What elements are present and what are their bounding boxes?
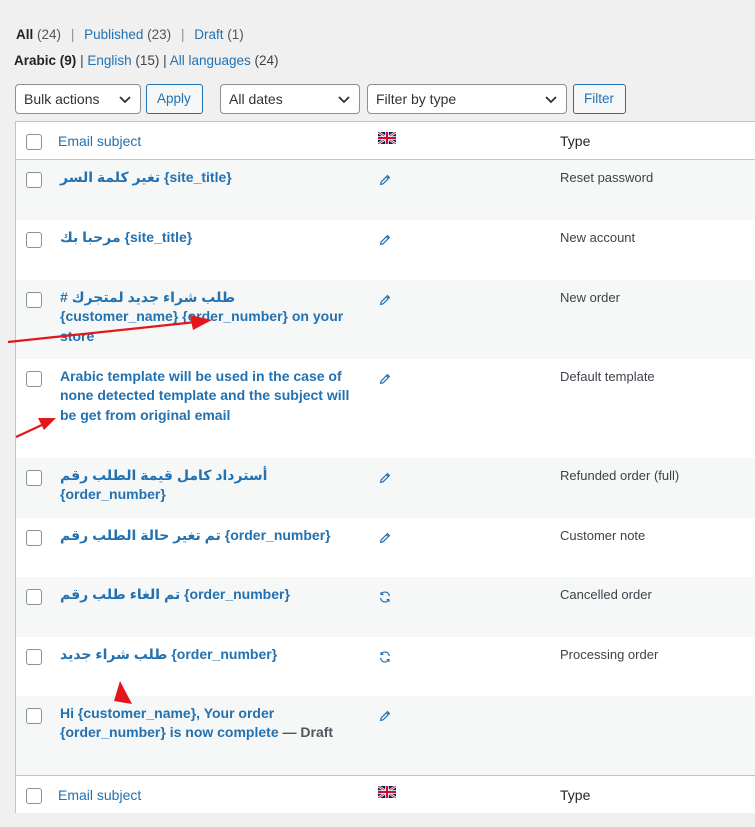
row-type: New account [560, 229, 636, 245]
filter-draft-count: (1) [227, 27, 244, 42]
table-row: تم تغير حالة الطلب رقم {order_number} Cu… [16, 518, 755, 577]
uk-flag-icon [378, 786, 396, 798]
sync-icon[interactable] [378, 590, 392, 604]
row-checkbox[interactable] [26, 172, 42, 188]
row-type: Reset password [560, 170, 654, 185]
bulk-actions-select[interactable]: Bulk actions [15, 84, 141, 114]
table-header: Email subject Type [15, 122, 755, 160]
separator: | [70, 27, 75, 42]
row-title-link[interactable]: Arabic template will be used in the case… [60, 368, 349, 423]
row-title-link[interactable]: مرحبا بك {site_title} [60, 229, 192, 245]
separator: | [80, 53, 84, 68]
row-title-link[interactable]: أسترداد كامل قيمة الطلب رقم {order_numbe… [60, 467, 267, 503]
row-checkbox[interactable] [26, 469, 42, 486]
filter-lang-all[interactable]: All languages [170, 53, 251, 68]
row-title-link[interactable]: Hi {customer_name}, Your order {order_nu… [60, 705, 279, 741]
column-footer-type: Type [560, 787, 591, 803]
row-title-link[interactable]: طلب شراء جديد {order_number} [60, 646, 277, 662]
table-row: تم الغاء طلب رقم {order_number} Cancelle… [15, 576, 755, 637]
row-checkbox[interactable] [26, 231, 42, 248]
filter-all-count: (24) [37, 27, 62, 42]
email-templates-table: Email subject Type تغير كلمة السر {site_… [15, 121, 755, 813]
draft-state-label: — Draft [282, 724, 334, 740]
select-all-checkbox[interactable] [26, 788, 42, 804]
filter-published-count: (23) [147, 27, 172, 42]
row-checkbox[interactable] [26, 707, 42, 724]
status-filters: All (24) | Published (23) | Draft (1) [16, 27, 244, 42]
row-type [552, 696, 755, 706]
table-row: Arabic template will be used in the case… [16, 359, 755, 458]
column-header-type: Type [560, 133, 591, 149]
filter-published[interactable]: Published [84, 27, 143, 42]
pencil-icon[interactable] [378, 293, 392, 307]
row-checkbox[interactable] [26, 529, 42, 546]
column-footer-subject[interactable]: Email subject [52, 776, 362, 803]
row-type: Refunded order (full) [560, 467, 680, 483]
filter-lang-english[interactable]: English [87, 53, 131, 68]
row-type: Processing order [560, 646, 659, 662]
apply-button[interactable]: Apply [146, 84, 203, 114]
filter-draft[interactable]: Draft [194, 27, 223, 42]
table-footer: Email subject Type [15, 775, 755, 814]
type-filter-select[interactable]: Filter by type [367, 84, 567, 114]
row-type: New order [560, 289, 620, 305]
pencil-icon[interactable] [378, 233, 392, 247]
language-filters: Arabic (9) | English (15) | All language… [14, 53, 279, 68]
filter-lang-all-count: (24) [254, 53, 279, 68]
row-type: Default template [560, 368, 655, 384]
date-filter-select[interactable]: All dates [220, 84, 360, 114]
pencil-icon[interactable] [378, 471, 392, 485]
table-row: مرحبا بك {site_title} New account [16, 220, 755, 280]
table-row: # طلب شراء جديد لمتجرك {customer_name} {… [15, 279, 755, 359]
date-filter-value: All dates [229, 91, 283, 107]
row-checkbox[interactable] [26, 370, 42, 387]
row-type: Customer note [560, 527, 646, 543]
pencil-icon[interactable] [378, 173, 392, 187]
chevron-down-icon [119, 96, 131, 104]
chevron-down-icon [338, 96, 350, 104]
row-title-link[interactable]: # طلب شراء جديد لمتجرك {customer_name} {… [60, 289, 343, 344]
pencil-icon[interactable] [378, 372, 392, 386]
table-row: أسترداد كامل قيمة الطلب رقم {order_numbe… [15, 457, 755, 518]
uk-flag-icon [378, 132, 396, 144]
row-checkbox[interactable] [26, 648, 42, 665]
table-row: تغير كلمة السر {site_title} Reset passwo… [15, 159, 755, 220]
row-checkbox[interactable] [26, 588, 42, 605]
row-type: Cancelled order [560, 586, 652, 602]
type-filter-value: Filter by type [376, 91, 457, 107]
row-title-link[interactable]: تغير كلمة السر {site_title} [60, 169, 232, 185]
filter-lang-english-count: (15) [135, 53, 160, 68]
column-header-subject[interactable]: Email subject [52, 122, 362, 149]
bulk-actions-value: Bulk actions [24, 91, 100, 107]
filter-all[interactable]: All [16, 27, 33, 42]
filter-lang-arabic[interactable]: Arabic [14, 53, 56, 68]
table-row: Hi {customer_name}, Your order {order_nu… [15, 695, 755, 776]
separator: | [180, 27, 185, 42]
filter-lang-arabic-count: (9) [59, 53, 77, 68]
table-row: طلب شراء جديد {order_number} Processing … [16, 637, 755, 696]
row-checkbox[interactable] [26, 291, 42, 308]
chevron-down-icon [545, 96, 557, 104]
sync-icon[interactable] [378, 650, 392, 664]
select-all-checkbox[interactable] [26, 134, 42, 150]
pencil-icon[interactable] [378, 531, 392, 545]
row-title-link[interactable]: تم تغير حالة الطلب رقم {order_number} [60, 527, 331, 543]
separator: | [163, 53, 167, 68]
filter-button[interactable]: Filter [573, 84, 626, 114]
pencil-icon[interactable] [378, 709, 392, 723]
row-title-link[interactable]: تم الغاء طلب رقم {order_number} [60, 586, 290, 602]
